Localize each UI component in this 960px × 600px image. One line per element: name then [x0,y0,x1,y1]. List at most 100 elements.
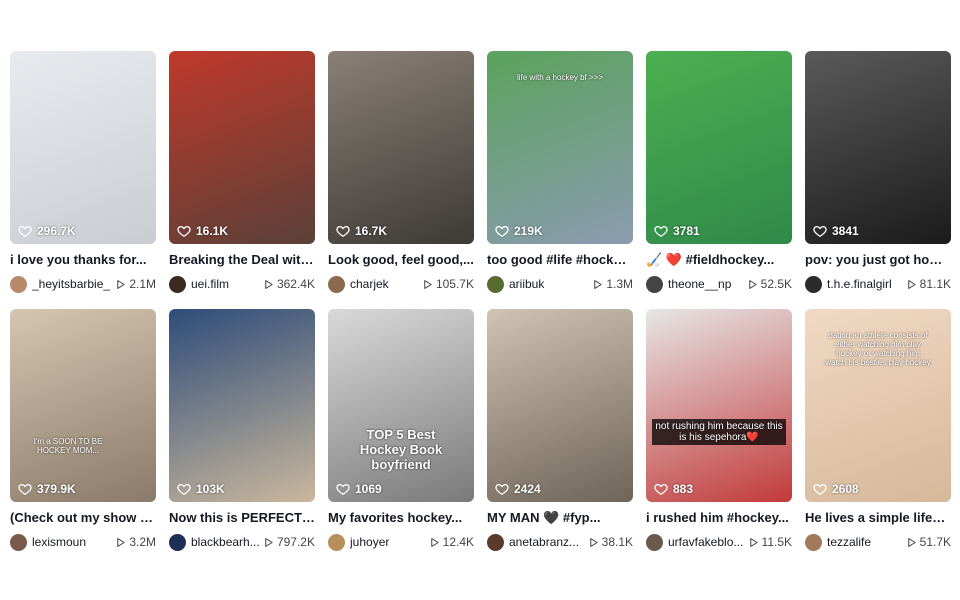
author-link[interactable]: lexismoun [10,533,86,551]
avatar[interactable] [169,275,186,293]
avatar[interactable] [646,533,663,551]
like-count-label: 16.7K [355,224,388,238]
video-thumbnail[interactable]: dating an athlete consists of either wat… [805,309,951,502]
author-link[interactable]: uei.film [169,275,229,293]
video-card[interactable]: life with a hockey bf >>> 219K too good … [487,51,633,309]
heart-icon [18,225,32,238]
video-card[interactable]: 103K Now this is PERFECT!... blackbearh.… [169,309,315,567]
video-card[interactable]: 16.1K Breaking the Deal with... uei.film… [169,51,315,309]
thumbnail-image [487,309,633,502]
heart-icon [654,483,668,496]
video-thumbnail[interactable]: 3841 [805,51,951,244]
video-thumbnail[interactable]: 16.1K [169,51,315,244]
video-card[interactable]: 296.7K i love you thanks for... _heyitsb… [10,51,156,309]
like-count-label: 883 [673,482,694,496]
view-count: 11.5K [748,535,792,549]
like-count: 3781 [654,224,700,238]
video-card[interactable]: not rushing him because this is his sepe… [646,309,792,567]
avatar[interactable] [10,275,27,293]
video-card[interactable]: I'm a SOON TO BE HOCKEY MOM... 379.9K (C… [10,309,156,567]
video-caption[interactable]: i love you thanks for... [10,252,156,268]
author-link[interactable]: ariibuk [487,275,544,293]
video-caption[interactable]: pov: you just got home... [805,252,951,268]
avatar[interactable] [646,275,663,293]
author-username[interactable]: lexismoun [32,535,86,549]
video-caption[interactable]: He lives a simple life✨... [805,510,951,526]
video-thumbnail[interactable]: 16.7K [328,51,474,244]
author-link[interactable]: theone__np [646,275,731,293]
avatar[interactable] [328,275,345,293]
author-link[interactable]: juhoyer [328,533,389,551]
author-username[interactable]: theone__np [668,277,731,291]
author-link[interactable]: urfavfakeblo... [646,533,743,551]
video-caption[interactable]: My favorites hockey... [328,510,474,526]
like-count-label: 16.1K [196,224,229,238]
author-username[interactable]: anetabranz... [509,535,579,549]
video-meta: blackbearh... 797.2K [169,533,315,551]
avatar[interactable] [169,533,186,551]
avatar[interactable] [328,533,345,551]
video-thumbnail[interactable]: 3781 [646,51,792,244]
video-thumbnail[interactable]: 296.7K [10,51,156,244]
video-card[interactable]: 3781 🏑 ❤️ #fieldhockey... theone__np 52.… [646,51,792,309]
video-thumbnail[interactable]: 2424 [487,309,633,502]
author-link[interactable]: t.h.e.finalgirl [805,275,892,293]
author-link[interactable]: tezzalife [805,533,871,551]
author-username[interactable]: t.h.e.finalgirl [827,277,892,291]
avatar[interactable] [10,533,27,551]
author-link[interactable]: blackbearh... [169,533,260,551]
author-username[interactable]: uei.film [191,277,229,291]
author-username[interactable]: urfavfakeblo... [668,535,743,549]
video-card[interactable]: dating an athlete consists of either wat… [805,309,951,567]
video-thumbnail[interactable]: I'm a SOON TO BE HOCKEY MOM... 379.9K [10,309,156,502]
like-count-label: 3841 [832,224,859,238]
video-thumbnail[interactable]: 103K [169,309,315,502]
view-count: 797.2K [263,535,315,549]
avatar[interactable] [487,275,504,293]
like-count: 3841 [813,224,859,238]
author-username[interactable]: charjek [350,277,389,291]
author-username[interactable]: ariibuk [509,277,544,291]
video-card[interactable]: 3841 pov: you just got home... t.h.e.fin… [805,51,951,309]
heart-icon [654,225,668,238]
video-caption[interactable]: 🏑 ❤️ #fieldhockey... [646,252,792,268]
avatar[interactable] [805,275,822,293]
video-thumbnail[interactable]: life with a hockey bf >>> 219K [487,51,633,244]
avatar[interactable] [805,533,822,551]
avatar[interactable] [487,533,504,551]
play-icon [749,537,758,547]
author-username[interactable]: blackbearh... [191,535,260,549]
video-card[interactable]: TOP 5 Best Hockey Book boyfriend 1069 My… [328,309,474,567]
author-link[interactable]: charjek [328,275,389,293]
author-username[interactable]: tezzalife [827,535,871,549]
video-card[interactable]: 2424 MY MAN 🖤 #fyp... anetabranz... 38.1… [487,309,633,567]
view-count: 38.1K [588,535,633,549]
video-caption[interactable]: Breaking the Deal with... [169,252,315,268]
play-icon [907,279,916,289]
video-meta: juhoyer 12.4K [328,533,474,551]
author-username[interactable]: juhoyer [350,535,389,549]
video-thumbnail[interactable]: not rushing him because this is his sepe… [646,309,792,502]
video-caption[interactable]: (Check out my show ca... [10,510,156,526]
like-count: 883 [654,482,693,496]
like-count: 16.1K [177,224,228,238]
like-count-label: 103K [196,482,225,496]
video-caption[interactable]: i rushed him #hockey... [646,510,792,526]
view-count-label: 2.1M [129,277,156,291]
video-caption[interactable]: Look good, feel good,... [328,252,474,268]
video-caption[interactable]: Now this is PERFECT!... [169,510,315,526]
author-username[interactable]: _heyitsbarbie_ [32,277,110,291]
author-link[interactable]: _heyitsbarbie_ [10,275,110,293]
video-meta: lexismoun 3.2M [10,533,156,551]
view-count: 52.5K [747,277,792,291]
video-thumbnail[interactable]: TOP 5 Best Hockey Book boyfriend 1069 [328,309,474,502]
video-caption[interactable]: MY MAN 🖤 #fyp... [487,510,633,526]
video-caption[interactable]: too good #life #hockey... [487,252,633,268]
video-card[interactable]: 16.7K Look good, feel good,... charjek 1… [328,51,474,309]
view-count-label: 51.7K [919,535,951,549]
view-count: 2.1M [115,277,156,291]
author-link[interactable]: anetabranz... [487,533,579,551]
view-count-label: 105.7K [435,277,474,291]
heart-icon [18,483,32,496]
view-count: 362.4K [263,277,315,291]
